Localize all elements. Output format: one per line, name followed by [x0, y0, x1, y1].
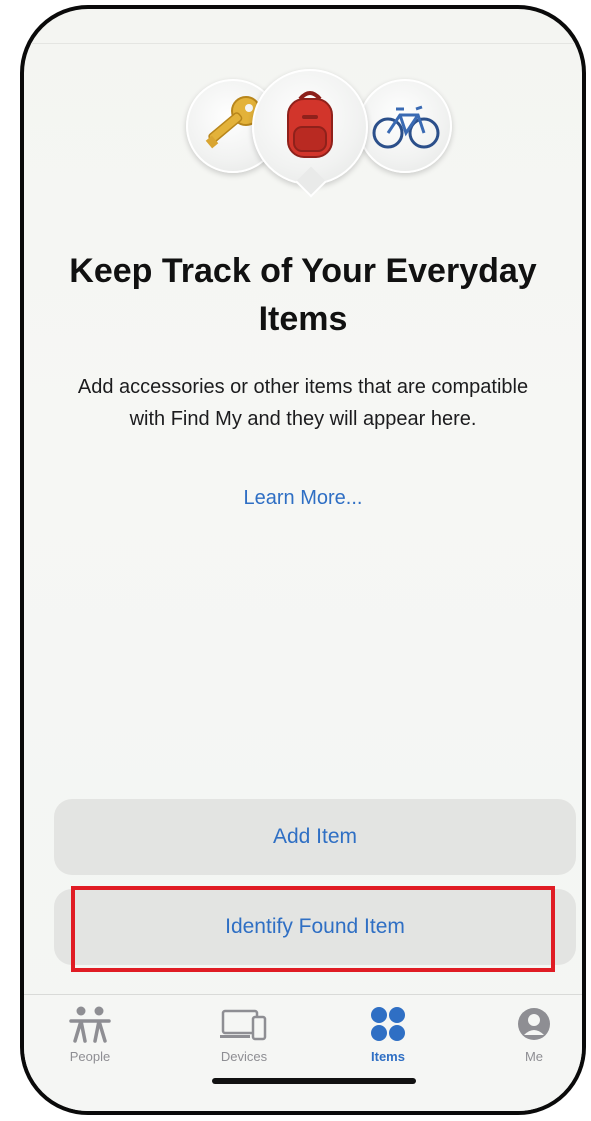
- description-text: Add accessories or other items that are …: [77, 376, 529, 430]
- backpack-icon: [287, 91, 333, 158]
- tab-me[interactable]: Me: [484, 1005, 582, 1064]
- tab-bar: People Devices Items Me: [24, 994, 582, 1111]
- devices-icon: [194, 1005, 294, 1043]
- add-item-button[interactable]: Add Item: [54, 799, 576, 875]
- tab-me-label: Me: [524, 1049, 544, 1064]
- me-icon: [484, 1005, 582, 1043]
- people-icon: [40, 1005, 140, 1043]
- learn-more-link[interactable]: Learn More...: [24, 487, 582, 510]
- identify-found-item-button[interactable]: Identify Found Item: [54, 889, 576, 965]
- items-illustration: [24, 69, 582, 219]
- backpack-bubble: [252, 69, 368, 198]
- phone-frame: Keep Track of Your Everyday Items Add ac…: [20, 5, 586, 1115]
- page-title: Keep Track of Your Everyday Items: [69, 252, 537, 338]
- tab-people-label: People: [69, 1049, 111, 1064]
- items-icon: [338, 1005, 438, 1043]
- tab-items[interactable]: Items: [338, 1005, 438, 1064]
- home-indicator: [212, 1078, 416, 1084]
- bicycle-icon: [372, 105, 440, 149]
- header-divider: [24, 43, 582, 44]
- tab-devices-label: Devices: [220, 1049, 268, 1064]
- bicycle-bubble: [358, 79, 452, 186]
- tab-devices[interactable]: Devices: [194, 1005, 294, 1064]
- tab-items-label: Items: [371, 1049, 405, 1064]
- tab-people[interactable]: People: [40, 1005, 140, 1064]
